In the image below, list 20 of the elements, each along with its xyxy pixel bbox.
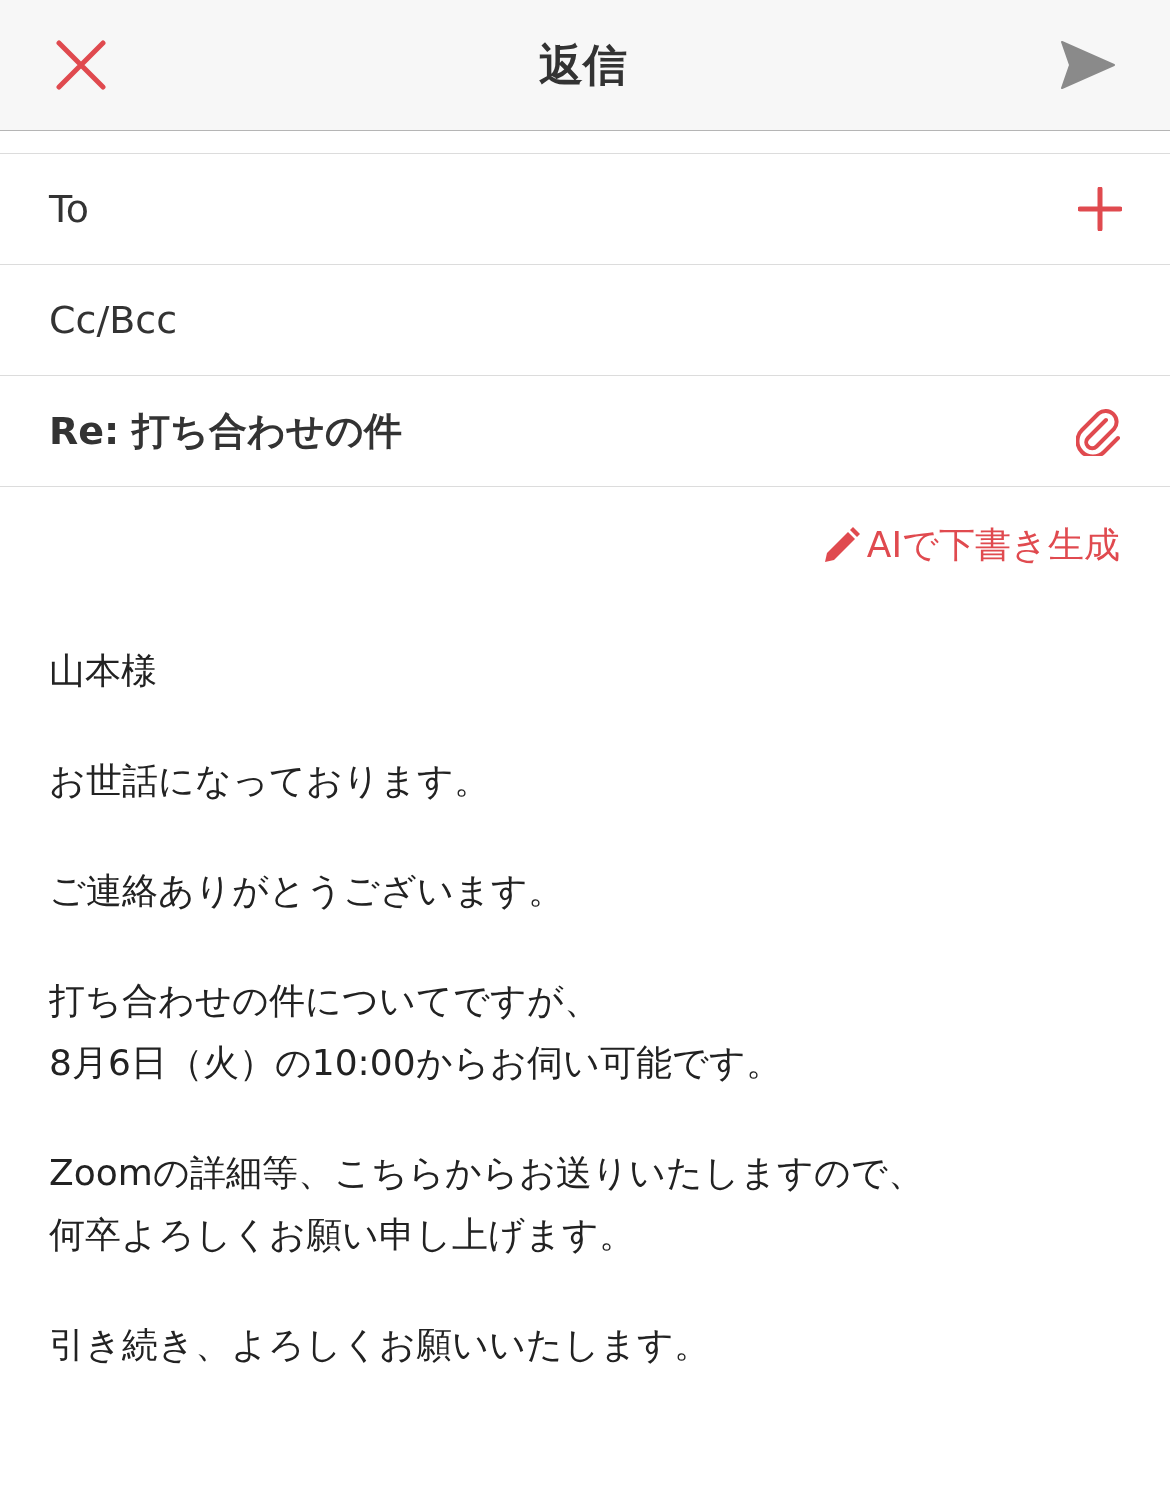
message-line: 何卒よろしくお願い申し上げます。 [49,1213,636,1257]
message-line: Zoomの詳細等、こちらからお送りいたしますので、 [49,1151,925,1195]
compose-field-row[interactable]: To [0,154,1170,265]
message-line: ご連絡ありがとうございます。 [49,869,565,913]
add-icon[interactable] [1078,187,1122,231]
compose-field-row[interactable]: Cc/Bcc [0,265,1170,376]
message-line: 打ち合わせの件についてですが、 [49,979,601,1023]
send-icon[interactable] [1060,40,1116,90]
compose-field-row[interactable]: Re: 打ち合わせの件 [0,376,1170,487]
header-title: 返信 [539,37,627,92]
subject-field[interactable]: Re: 打ち合わせの件 [49,405,403,457]
close-icon[interactable] [56,40,106,90]
field-label[interactable]: To [49,187,89,231]
message-line: 引き続き、よろしくお願いいたします。 [49,1323,711,1367]
ai-draft-link[interactable]: AIで下書き生成 [820,521,1120,570]
message-line: お世話になっております。 [49,759,491,803]
message-line: 8月6日（火）の10:00からお伺い可能です。 [49,1041,783,1085]
paperclip-icon[interactable] [1076,406,1122,456]
field-label[interactable]: Cc/Bcc [49,298,178,342]
message-line: 山本様 [49,649,158,693]
